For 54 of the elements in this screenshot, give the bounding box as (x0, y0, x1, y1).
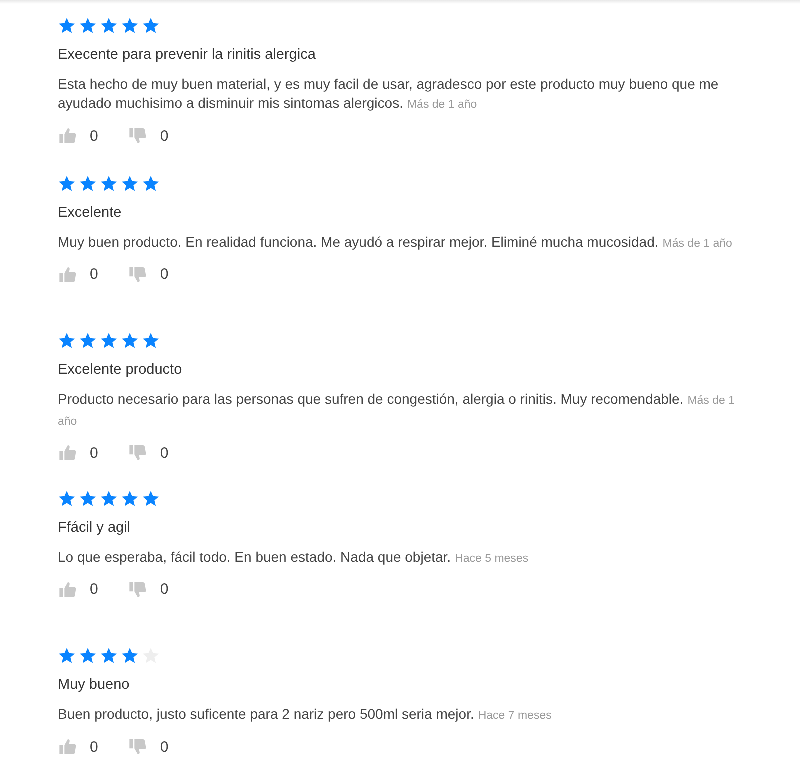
thumbs-down-icon (128, 264, 148, 284)
star-icon (121, 647, 139, 665)
star-icon (142, 332, 160, 350)
star-icon (58, 332, 76, 350)
review-title: Ffácil y agil (58, 518, 132, 538)
star-icon (79, 17, 97, 35)
star-icon (79, 332, 97, 350)
thumbs-up-icon (58, 580, 78, 600)
dislike-button[interactable]: 0 (128, 580, 169, 600)
thumbs-down-icon (128, 580, 148, 600)
star-icon (121, 17, 139, 35)
review-title: Execente para prevenir la rinitis alergica (58, 46, 317, 65)
star-icon (121, 490, 139, 508)
like-button[interactable]: 0 (58, 737, 98, 757)
star-icon (79, 174, 97, 192)
star-icon (58, 174, 76, 192)
thumbs-down-icon (128, 443, 148, 463)
like-button[interactable]: 0 (58, 443, 98, 463)
star-icon (100, 17, 118, 35)
star-icon (100, 647, 118, 665)
star-icon (79, 647, 97, 665)
review-text: Buen producto, justo suficente para 2 nariz pero 500ml seria mejor. Hace 7 meses (58, 705, 553, 724)
star-icon (142, 17, 160, 35)
dislike-button[interactable]: 0 (128, 443, 169, 463)
star-icon (58, 647, 76, 665)
like-button[interactable]: 0 (58, 580, 98, 600)
review-text: Lo que esperaba, fácil todo. En buen estado. Nada que objetar. Hace 5 meses (58, 548, 530, 567)
thumbs-up-icon (58, 443, 78, 463)
thumbs-up-icon (58, 126, 78, 146)
like-button[interactable]: 0 (58, 126, 98, 146)
star-icon (100, 490, 118, 508)
star-icon (100, 174, 118, 192)
review-title: Excelente producto (58, 361, 184, 380)
thumbs-up-icon (58, 737, 78, 757)
thumbs-down-icon (128, 126, 148, 146)
star-icon (79, 490, 97, 508)
review-text: Muy buen producto. En realidad funciona. Me ayudó a respirar mejor. Eliminé mucha mucosidad. Más de 1 año (58, 232, 734, 252)
dislike-button[interactable]: 0 (128, 737, 169, 757)
star-icon (142, 174, 160, 192)
review-text: Esta hecho de muy buen material, y es muy facil de usar, agradesco por este producto muy bueno que me ayudado muchisimo a disminuir mis sintomas alergicos. Más de 1 año (58, 75, 720, 113)
like-button[interactable]: 0 (58, 264, 98, 284)
thumbs-up-icon (58, 264, 78, 284)
review-title: Excelente (58, 204, 123, 222)
star-icon (121, 332, 139, 350)
star-icon (142, 490, 160, 508)
star-icon (100, 332, 118, 350)
star-icon (121, 174, 139, 192)
star-icon (58, 490, 76, 508)
review-title: Muy bueno (58, 676, 131, 695)
review-text: Producto necesario para las personas que sufren de congestión, alergia o rinitis. Muy recomendable. Más de 1 año (58, 390, 736, 430)
dislike-button[interactable]: 0 (128, 126, 169, 146)
star-icon (58, 17, 76, 35)
dislike-button[interactable]: 0 (128, 264, 169, 284)
thumbs-down-icon (128, 737, 148, 757)
